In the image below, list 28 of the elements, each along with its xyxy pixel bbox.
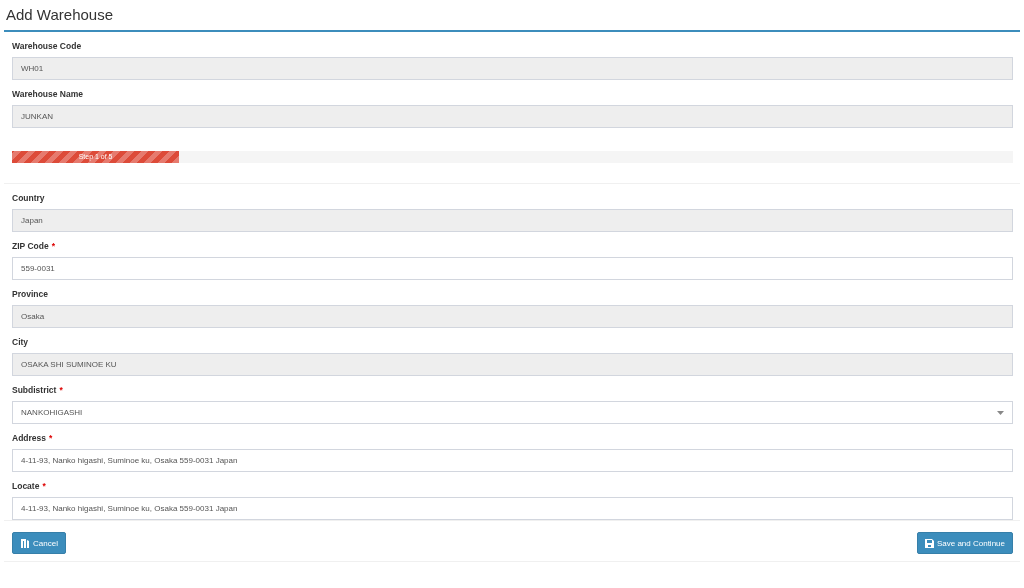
page-title: Add Warehouse (4, 0, 1020, 32)
input-field[interactable]: 4-11-93, Nanko higashi, Suminoe ku, Osaka 559-0031 Japan (12, 449, 1013, 472)
field-label: Country (12, 193, 45, 203)
input-field[interactable]: WH01 (12, 57, 1013, 80)
select-field[interactable]: NANKOHIGASHI (12, 401, 1013, 424)
door-icon (20, 538, 30, 548)
input-field[interactable]: 4-11-93, Nanko higashi, Suminoe ku, Osaka 559-0031 Japan (12, 497, 1013, 520)
field-label: ZIP Code (12, 241, 49, 251)
field-label: Warehouse Name (12, 89, 83, 99)
field-label: Province (12, 289, 48, 299)
save-icon (924, 538, 934, 548)
caret-icon (997, 410, 1004, 415)
field-label: Warehouse Code (12, 41, 82, 51)
field-label: Subdistrict (12, 385, 57, 395)
input-field[interactable]: 559-0031 (12, 257, 1013, 280)
field-label: Address (12, 433, 46, 443)
required-mark: * (42, 481, 46, 491)
save-button[interactable]: Save and Continue (916, 532, 1013, 554)
field-label: Locate (12, 481, 40, 491)
required-mark: * (59, 385, 63, 395)
input-field[interactable]: OSAKA SHI SUMINOE KU (12, 353, 1013, 376)
required-mark: * (51, 241, 55, 251)
input-field[interactable]: JUNKAN (12, 105, 1013, 128)
input-field[interactable]: Osaka (12, 305, 1013, 328)
field-label: City (12, 337, 29, 347)
required-mark: * (49, 433, 53, 443)
cancel-button[interactable]: Cancel (12, 532, 66, 554)
input-field[interactable]: Japan (12, 209, 1013, 232)
